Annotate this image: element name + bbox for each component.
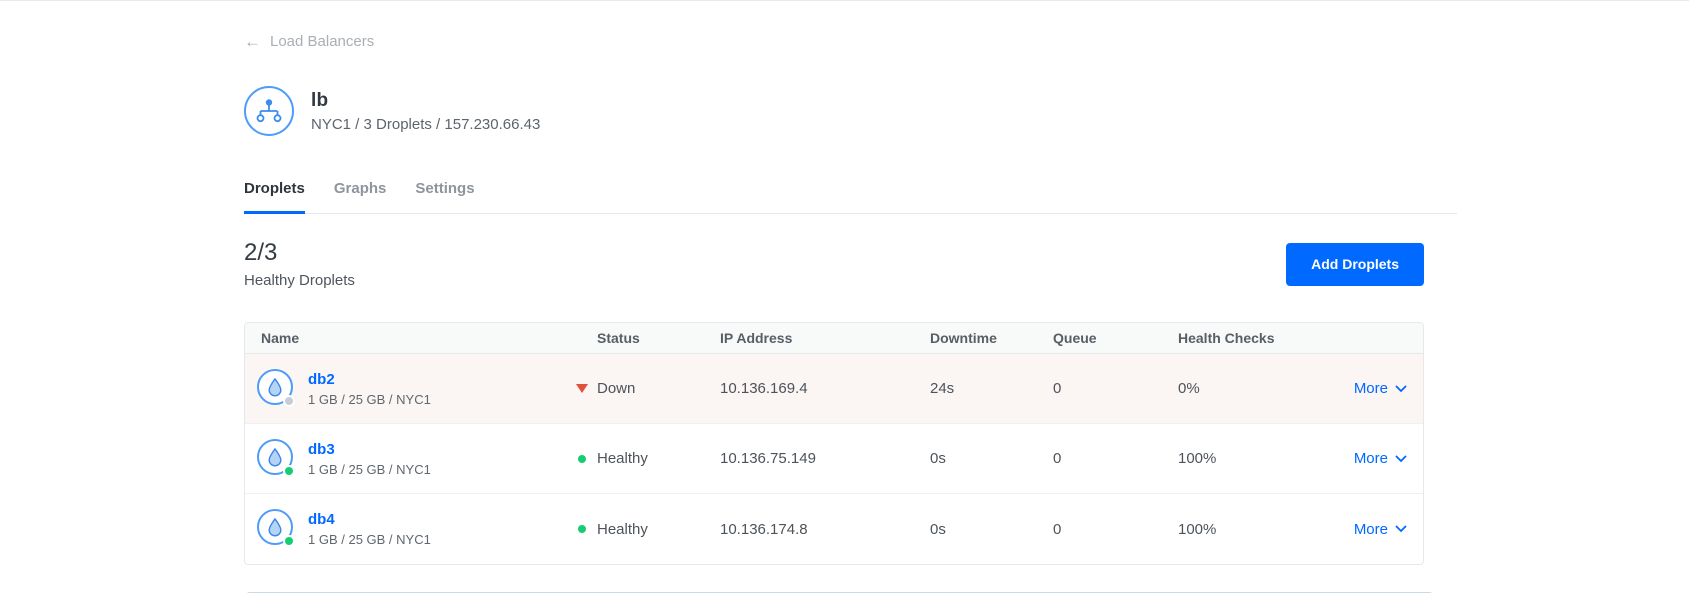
healthy-dot-icon: [578, 525, 586, 533]
load-balancer-header: lb NYC1 / 3 Droplets / 157.230.66.43: [244, 86, 1457, 136]
more-menu-button[interactable]: More: [1354, 380, 1407, 397]
health-checks-cell: 100%: [1178, 450, 1217, 467]
droplet-spec: 1 GB / 25 GB / NYC1: [308, 461, 431, 477]
droplet-spec: 1 GB / 25 GB / NYC1: [308, 391, 431, 407]
back-arrow-icon: ←: [244, 32, 261, 51]
more-menu-button[interactable]: More: [1354, 521, 1407, 538]
column-header-health-checks: Health Checks: [1178, 330, 1275, 346]
droplet-spec: 1 GB / 25 GB / NYC1: [308, 532, 431, 547]
status-label: Healthy: [597, 520, 648, 538]
health-checks-cell: 100%: [1178, 520, 1217, 538]
droplet-icon: [257, 438, 295, 479]
tab-graphs[interactable]: Graphs: [334, 180, 387, 214]
queue-cell: 0: [1053, 520, 1062, 538]
summary-bar: 2/3 Healthy Droplets Add Droplets: [244, 239, 1424, 289]
droplet-name-link[interactable]: db3: [308, 441, 431, 458]
droplet-name-link[interactable]: db4: [308, 511, 431, 528]
downtime-cell: 24s: [930, 380, 955, 397]
healthy-count: 2/3: [244, 239, 278, 266]
droplet-status-dot: [283, 535, 295, 547]
main-content: ← Load Balancers lb NYC1 / 3 Droplets / …: [244, 33, 1457, 593]
droplet-status-dot: [283, 464, 295, 477]
load-balancer-icon: [244, 86, 294, 136]
down-triangle-icon: [576, 384, 588, 393]
status-cell: Healthy: [578, 520, 720, 538]
downtime-cell: 0s: [930, 450, 946, 467]
health-checks-cell: 0%: [1178, 380, 1200, 397]
healthy-droplets-summary: 2/3 Healthy Droplets: [244, 239, 355, 289]
column-header-downtime: Downtime: [930, 330, 997, 346]
column-header-name: Name: [261, 330, 300, 346]
droplet-name-cell: db3 1 GB / 25 GB / NYC1: [257, 438, 597, 479]
status-label: Healthy: [597, 450, 648, 467]
droplets-table: Name Status IP Address Downtime Queue He…: [244, 322, 1424, 565]
tab-settings[interactable]: Settings: [415, 180, 474, 214]
more-label: More: [1353, 380, 1388, 397]
top-divider: [0, 0, 1689, 1]
chevron-down-icon: [1395, 455, 1407, 462]
droplet-icon: [257, 368, 295, 409]
chevron-down-icon: [1395, 525, 1407, 533]
droplet-name-link[interactable]: db2: [308, 371, 431, 388]
more-label: More: [1353, 450, 1388, 467]
queue-cell: 0: [1053, 380, 1062, 397]
ip-address-cell: 10.136.169.4: [720, 380, 808, 397]
healthy-count-label: Healthy Droplets: [244, 272, 355, 289]
ip-address-cell: 10.136.75.149: [720, 450, 816, 467]
healthy-dot-icon: [578, 454, 586, 463]
more-label: More: [1353, 520, 1388, 538]
table-header-row: Name Status IP Address Downtime Queue He…: [245, 323, 1423, 354]
droplet-name-cell: db4 1 GB / 25 GB / NYC1: [257, 509, 597, 549]
load-balancer-titles: lb NYC1 / 3 Droplets / 157.230.66.43: [311, 90, 540, 133]
ip-address-cell: 10.136.174.8: [720, 520, 808, 538]
droplet-table-body: db2 1 GB / 25 GB / NYC1 Down 10.136.169.…: [245, 354, 1423, 564]
downtime-cell: 0s: [930, 520, 946, 538]
page-subtitle: NYC1 / 3 Droplets / 157.230.66.43: [311, 115, 541, 133]
table-row: db3 1 GB / 25 GB / NYC1 Healthy 10.136.7…: [245, 424, 1423, 494]
droplet-name-cell: db2 1 GB / 25 GB / NYC1: [257, 368, 597, 409]
column-header-status: Status: [597, 330, 640, 346]
column-header-queue: Queue: [1053, 330, 1097, 346]
table-row: db4 1 GB / 25 GB / NYC1 Healthy 10.136.1…: [245, 494, 1423, 564]
back-link-label: Load Balancers: [270, 33, 375, 50]
status-label: Down: [597, 380, 636, 397]
droplet-status-dot: [283, 394, 295, 407]
status-cell: Healthy: [578, 450, 720, 467]
chevron-down-icon: [1395, 385, 1407, 392]
add-droplets-button[interactable]: Add Droplets: [1286, 242, 1424, 286]
droplet-icon: [257, 509, 295, 549]
status-cell: Down: [576, 380, 720, 397]
tab-droplets[interactable]: Droplets: [244, 180, 305, 214]
back-link[interactable]: ← Load Balancers: [244, 33, 374, 50]
tab-bar: Droplets Graphs Settings: [244, 180, 1457, 214]
column-header-ip: IP Address: [720, 330, 793, 346]
table-row: db2 1 GB / 25 GB / NYC1 Down 10.136.169.…: [245, 354, 1423, 424]
queue-cell: 0: [1053, 450, 1062, 467]
more-menu-button[interactable]: More: [1354, 450, 1407, 467]
page-title: lb: [311, 89, 329, 111]
